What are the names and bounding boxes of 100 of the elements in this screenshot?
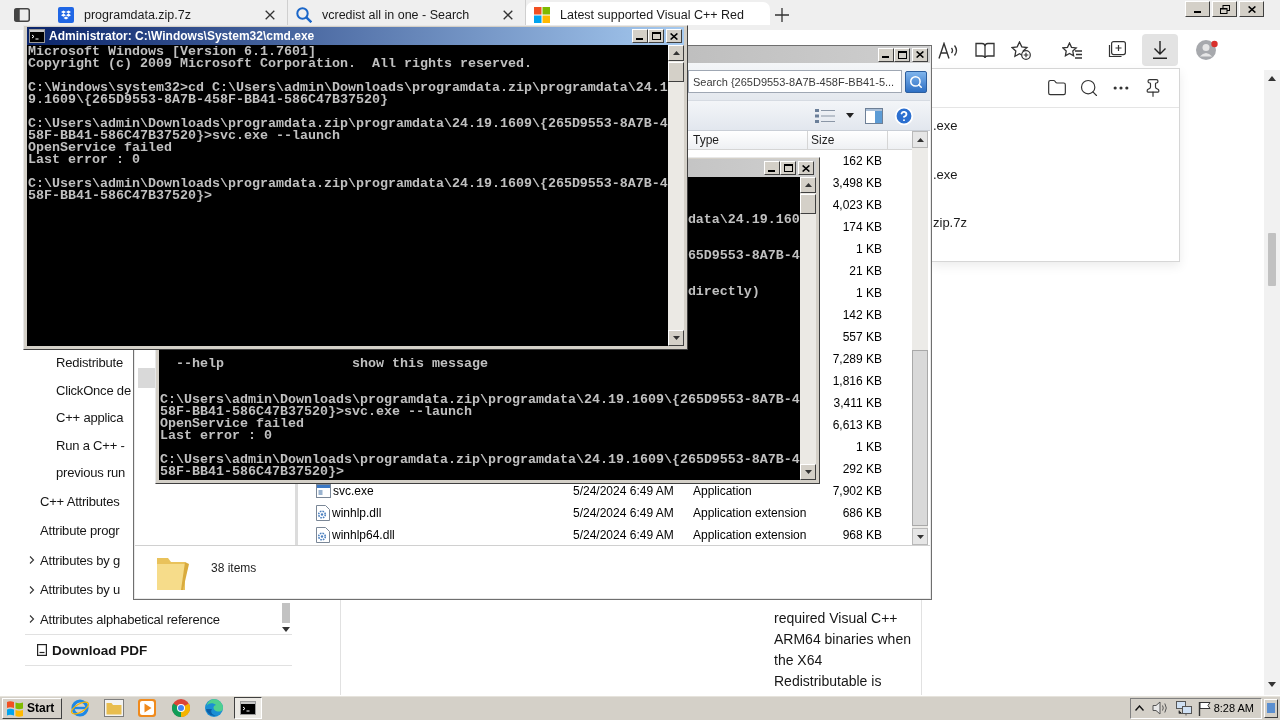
minimize-button[interactable]: [632, 29, 648, 43]
file-type: Application extension: [693, 506, 807, 520]
scroll-down-arrow-icon[interactable]: [804, 470, 812, 474]
scrollbar[interactable]: [912, 131, 928, 545]
download-pdf-link[interactable]: Download PDF: [52, 642, 148, 658]
list-view-icon[interactable]: [815, 107, 835, 124]
console-line: OpenService failed: [160, 418, 304, 430]
scroll-up-arrow-icon[interactable]: [1268, 76, 1276, 81]
maximize-button[interactable]: [780, 161, 796, 175]
minimize-button[interactable]: [1185, 1, 1210, 17]
scrollbar[interactable]: [1264, 70, 1280, 695]
toc-link[interactable]: Attributes alphabetical reference: [25, 608, 220, 631]
file-size: 686 KB: [842, 506, 882, 520]
toc-link[interactable]: C++ applica: [25, 406, 124, 429]
download-item[interactable]: .exe: [932, 116, 1179, 165]
maximize-button[interactable]: [648, 29, 664, 43]
console-line: Last error : 0: [160, 430, 272, 442]
window-title: Administrator: C:\Windows\System32\cmd.exe: [49, 29, 316, 43]
scrollbar-thumb[interactable]: [912, 350, 928, 526]
chevron-icon[interactable]: [28, 556, 36, 565]
console-line: Copyright (c) 2009 Microsoft Corporation. All rights reserved.: [28, 58, 532, 70]
close-button[interactable]: [666, 29, 682, 43]
preview-pane-icon[interactable]: [865, 107, 883, 124]
search-button[interactable]: [905, 70, 927, 93]
scroll-down-arrow-icon[interactable]: [672, 336, 680, 340]
minimize-button[interactable]: [764, 161, 780, 175]
toc-link[interactable]: Redistribute: [25, 351, 123, 374]
close-icon: [670, 32, 678, 40]
clock[interactable]: 8:28 AM: [1213, 702, 1254, 714]
downloads-button[interactable]: [1142, 34, 1178, 66]
scroll-down-arrow-icon[interactable]: [1268, 682, 1276, 687]
file-size: 1 KB: [856, 242, 882, 256]
search-icon: [296, 6, 312, 23]
close-icon: [265, 9, 275, 20]
close-button[interactable]: [798, 161, 814, 175]
close-button[interactable]: [1239, 1, 1264, 17]
caret-icon[interactable]: [846, 113, 854, 118]
toc-link[interactable]: previous run: [25, 461, 126, 484]
restore-button[interactable]: [1212, 1, 1237, 17]
network-icon[interactable]: [1175, 700, 1192, 716]
file-size: 968 KB: [842, 528, 882, 542]
chevron-icon[interactable]: [28, 585, 36, 594]
tiles-logo-icon: [534, 6, 550, 23]
show-desktop-button[interactable]: [1264, 698, 1278, 718]
search-icon[interactable]: [1079, 78, 1099, 98]
media-player-icon: [138, 699, 156, 717]
desktop-icon: [1267, 703, 1275, 713]
file-date: 5/24/2024 6:49 AM: [573, 528, 674, 542]
toc-link[interactable]: ClickOnce de: [25, 379, 131, 402]
chevron-icon[interactable]: [28, 615, 36, 624]
browser-icon: [205, 699, 223, 717]
file-size: 1,816 KB: [832, 374, 882, 388]
flag-icon[interactable]: [1197, 700, 1212, 716]
maximize-icon: [897, 50, 907, 59]
chevron-up-icon[interactable]: [1134, 705, 1144, 711]
file-size: 162 KB: [842, 154, 882, 168]
close-button[interactable]: [912, 47, 928, 62]
help-icon[interactable]: [894, 105, 914, 126]
toc-link[interactable]: C++ Attributes: [25, 490, 120, 513]
console-line: C:\Users\admin\Downloads\programdata.zip\programdata\24.19.1609\{265D9553-8A7B-4: [160, 394, 800, 406]
scrollbar[interactable]: [800, 177, 816, 480]
speaker-icon[interactable]: [1151, 701, 1168, 715]
scrollbar-thumb[interactable]: [1268, 233, 1276, 286]
scroll-down-arrow-icon[interactable]: [916, 534, 924, 539]
console-line: directly): [687, 286, 760, 298]
toc-link[interactable]: Attributes by u: [25, 578, 121, 601]
download-icon: [1152, 41, 1168, 59]
tab[interactable]: Latest supported Visual C++ Red: [526, 2, 770, 25]
file-date: 5/24/2024 6:49 AM: [573, 506, 674, 520]
scroll-down-button[interactable]: [912, 528, 928, 545]
file-name[interactable]: svc.exe: [333, 484, 374, 498]
start-button[interactable]: Start: [2, 697, 62, 719]
search-field[interactable]: Search {265D9553-8A7B-458F-BB41-5...: [688, 70, 902, 93]
file-name[interactable]: winhlp64.dll: [332, 528, 395, 542]
plus-icon[interactable]: [775, 8, 789, 22]
toc-link[interactable]: Attribute progr: [25, 519, 120, 542]
scrollbar-thumb[interactable]: [282, 603, 290, 623]
scroll-up-arrow-icon[interactable]: [672, 51, 680, 55]
scroll-up-arrow-icon[interactable]: [804, 183, 812, 187]
download-item[interactable]: zip.7z: [932, 213, 1179, 262]
column-header[interactable]: Size: [808, 131, 888, 149]
toc-link[interactable]: Attributes by g: [25, 549, 121, 572]
file-name[interactable]: winhlp.dll: [332, 506, 382, 520]
taskbar-button[interactable]: [233, 697, 262, 719]
console-line: C:\Users\admin\Downloads\programdata.zip\programdata\24.19.1609\{265D9553-8A7B-4: [160, 454, 800, 466]
column-header[interactable]: Type: [690, 131, 808, 149]
folder-icon[interactable]: [1047, 78, 1067, 98]
download-item[interactable]: .exe: [932, 164, 1179, 213]
maximize-button[interactable]: [894, 47, 910, 62]
scroll-up-arrow-icon[interactable]: [916, 137, 924, 142]
scrollbar[interactable]: [668, 45, 684, 346]
scroll-up-button[interactable]: [912, 131, 928, 148]
file-size: 3,498 KB: [832, 176, 882, 190]
restore-icon: [1219, 4, 1230, 14]
scroll-down-arrow-icon[interactable]: [282, 627, 290, 632]
panel-icon[interactable]: [14, 8, 30, 22]
console-icon: [29, 29, 45, 43]
toc-link[interactable]: Run a C++ -: [25, 434, 125, 457]
minimize-button[interactable]: [878, 47, 894, 62]
file-size: 174 KB: [842, 220, 882, 234]
